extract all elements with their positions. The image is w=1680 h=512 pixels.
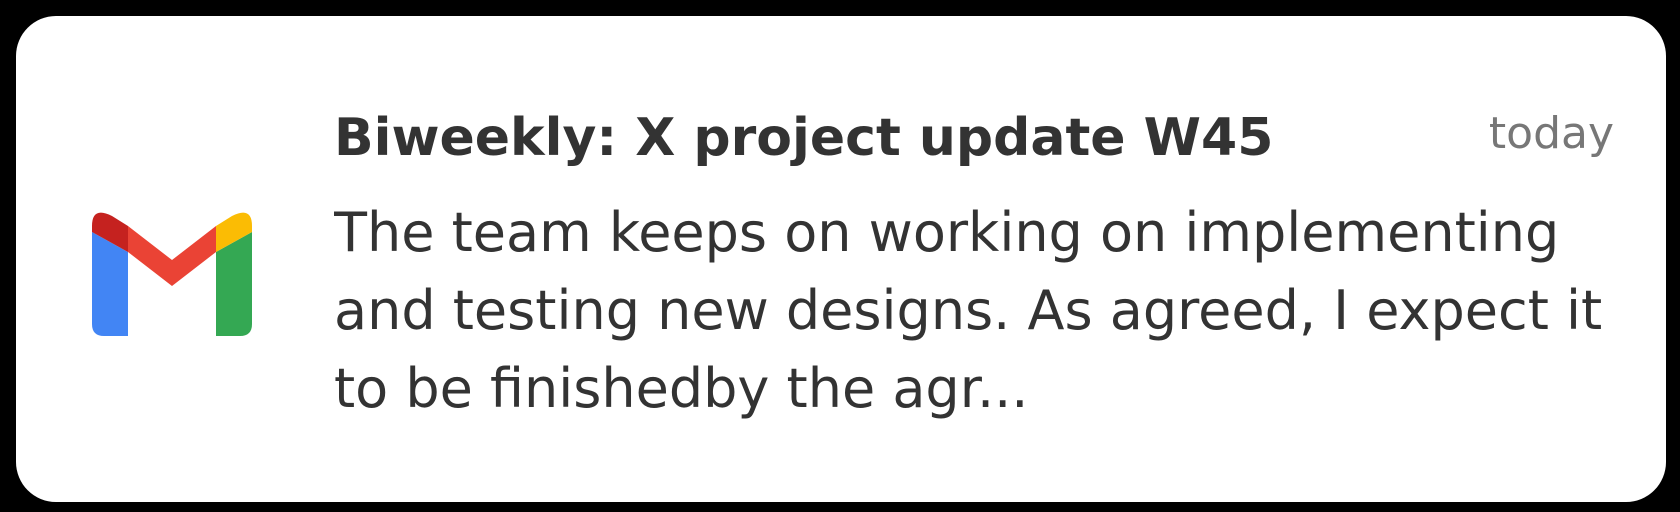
email-subject: Biweekly: X project update W45 (334, 108, 1274, 168)
email-preview: The team keeps on working on implementin… (334, 201, 1603, 420)
gmail-icon (92, 212, 252, 336)
notification-header: Biweekly: X project update W45 today (334, 102, 1614, 182)
email-timestamp: today (1488, 108, 1614, 159)
notification-content: Biweekly: X project update W45 today The… (334, 102, 1614, 428)
email-notification-card[interactable]: Biweekly: X project update W45 today The… (16, 16, 1666, 502)
